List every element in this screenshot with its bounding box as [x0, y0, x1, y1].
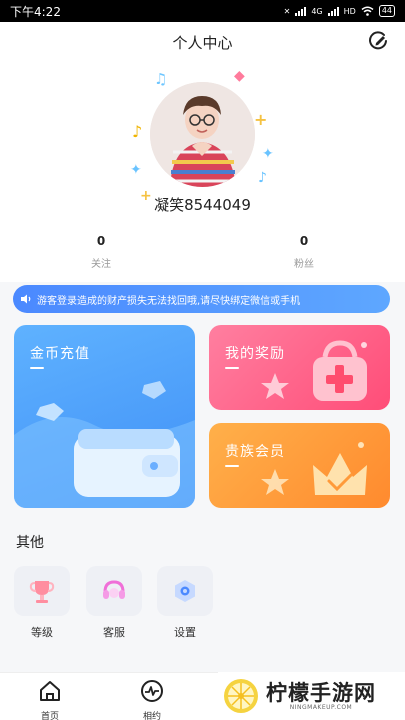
avatar-area[interactable]: ♪ ♫ ✦ + ◆ + ✦ ♪: [130, 68, 275, 204]
noble-member-card[interactable]: 贵族会员: [209, 423, 390, 508]
following-label: 关注: [91, 259, 111, 270]
gift-bag-icon: [261, 340, 367, 401]
tool-level-box: [14, 566, 70, 616]
coin-recharge-card[interactable]: 金币充值: [14, 325, 195, 508]
tab-meet[interactable]: 相约: [127, 679, 177, 720]
status-icons: ✕ 4G HD 44: [284, 5, 395, 17]
home-icon: [40, 681, 60, 701]
settings-icon: [175, 580, 195, 602]
music-note-icon: ♪: [132, 122, 143, 141]
profile-section: 个人中心 ♪ ♫ ✦ + ◆ + ✦ ♪ 凝笑8544049 0 关注 0 粉丝: [0, 22, 405, 282]
music-note-icon: ♪: [258, 170, 267, 186]
signal-icon: [295, 6, 307, 16]
edit-icon[interactable]: [367, 30, 389, 52]
wifi-icon: [361, 6, 374, 16]
network-label: 4G: [311, 6, 323, 16]
sparkle-icon: ✦: [130, 162, 142, 178]
mute-icon: ✕: [283, 6, 291, 16]
wallet-icon: [14, 381, 195, 508]
trophy-icon: [29, 581, 55, 603]
username: 凝笑8544049: [154, 196, 251, 214]
pulse-icon: [141, 680, 163, 702]
tab-home-label: 首页: [40, 712, 59, 720]
music-note-icon: ♫: [154, 70, 168, 88]
page-title: 个人中心: [172, 34, 233, 52]
hd-label: HD: [343, 6, 356, 16]
battery-icon: 44: [378, 5, 395, 17]
notice-bar[interactable]: 游客登录造成的财产损失无法找回哦,请尽快绑定微信或手机: [13, 285, 390, 313]
other-section-title: 其他: [16, 535, 44, 551]
avatar[interactable]: [150, 82, 255, 187]
stat-following[interactable]: 0 关注: [61, 234, 141, 270]
status-time: 下午4:22: [10, 4, 61, 19]
following-count: 0: [96, 234, 106, 248]
crown-icon: [261, 442, 367, 495]
avatar-illustration: [150, 82, 255, 187]
tool-level-label: 等级: [31, 626, 53, 639]
tool-settings-label: 设置: [174, 626, 196, 639]
plus-icon: +: [254, 110, 268, 129]
tool-settings-box: [157, 566, 213, 616]
watermark: 柠檬手游网 NINGMAKEUP.COM: [218, 672, 405, 720]
speaker-icon: [21, 294, 31, 304]
stat-fans[interactable]: 0 粉丝: [264, 234, 344, 270]
watermark-url: NINGMAKEUP.COM: [289, 703, 353, 711]
fans-count: 0: [299, 234, 309, 248]
lemon-logo: [224, 679, 258, 713]
tool-support[interactable]: 客服: [86, 566, 142, 640]
notice-text: 游客登录造成的财产损失无法找回哦,请尽快绑定微信或手机: [37, 295, 301, 307]
signal-icon-2: [327, 6, 339, 16]
watermark-text: 柠檬手游网: [266, 680, 376, 705]
tab-meet-label: 相约: [142, 712, 161, 720]
tab-home[interactable]: 首页: [25, 679, 75, 720]
my-rewards-card[interactable]: 我的奖励: [209, 325, 390, 410]
status-bar: 下午4:22 ✕ 4G HD 44: [0, 0, 405, 22]
tool-support-box: [86, 566, 142, 616]
sparkle-icon: ◆: [234, 68, 245, 84]
tool-settings[interactable]: 设置: [157, 566, 213, 640]
tool-level[interactable]: 等级: [14, 566, 70, 640]
sparkle-icon: ✦: [262, 146, 274, 162]
fans-label: 粉丝: [294, 259, 314, 270]
tool-support-label: 客服: [103, 626, 125, 639]
headset-icon: [103, 580, 125, 599]
